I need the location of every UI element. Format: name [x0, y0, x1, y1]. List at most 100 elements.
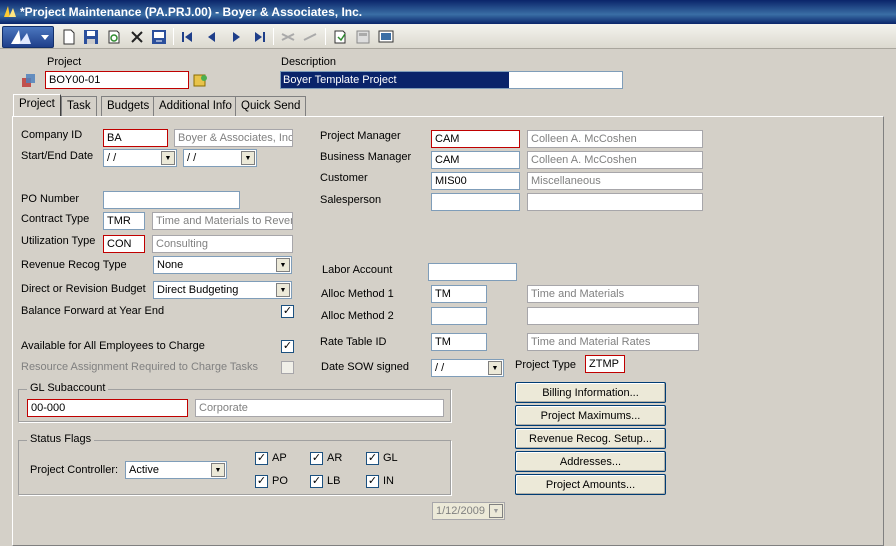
utilization-type-desc-field: Consulting [152, 235, 293, 253]
date-sow-signed-label: Date SOW signed [321, 361, 410, 373]
available-all-employees-checkbox[interactable]: ✓ [281, 340, 294, 353]
flag-ap-checkbox[interactable]: ✓ [255, 452, 268, 465]
tab-project[interactable]: Project [13, 94, 61, 117]
start-date-field[interactable]: / / ▼ [103, 149, 177, 167]
tab-quick-send[interactable]: Quick Send [235, 96, 307, 116]
first-record-icon[interactable] [178, 28, 196, 45]
project-manager-label: Project Manager [320, 130, 401, 142]
customer-field[interactable]: MIS00 [431, 172, 520, 190]
project-icon [20, 72, 36, 88]
project-controller-select[interactable]: Active ▼ [125, 461, 227, 479]
flag-po-checkbox[interactable]: ✓ [255, 475, 268, 488]
business-manager-name-field: Colleen A. McCoshen [527, 151, 703, 169]
balance-forward-label: Balance Forward at Year End [21, 305, 165, 317]
direct-revision-budget-select[interactable]: Direct Budgeting ▼ [153, 281, 292, 299]
resource-assignment-checkbox[interactable] [281, 361, 294, 374]
po-number-label: PO Number [21, 193, 80, 205]
rate-table-id-field[interactable]: TM [431, 333, 487, 351]
refresh-icon[interactable] [105, 28, 123, 45]
labor-account-field[interactable] [428, 263, 517, 281]
dropdown-arrow-icon[interactable]: ▼ [489, 504, 503, 518]
project-manager-field[interactable]: CAM [431, 130, 520, 148]
revenue-recog-type-select[interactable]: None ▼ [153, 256, 292, 274]
end-date-value: / / [187, 152, 197, 164]
save-icon[interactable] [82, 28, 100, 45]
dropdown-arrow-icon[interactable]: ▼ [211, 463, 225, 477]
flag-gl-label: GL [383, 452, 398, 464]
footer-date-field[interactable]: 1/12/2009 ▼ [432, 502, 505, 520]
flag-ar-checkbox[interactable]: ✓ [310, 452, 323, 465]
dropdown-arrow-icon[interactable]: ▼ [488, 361, 502, 375]
cut-icon[interactable] [279, 28, 297, 45]
window-title: *Project Maintenance (PA.PRJ.00) - Boyer… [20, 5, 363, 19]
addresses-button[interactable]: Addresses... [515, 451, 666, 472]
project-manager-name-field: Colleen A. McCoshen [527, 130, 703, 148]
company-id-field[interactable]: BA [103, 129, 168, 147]
new-icon[interactable] [60, 28, 78, 45]
title-bar: *Project Maintenance (PA.PRJ.00) - Boyer… [0, 0, 896, 24]
next-record-icon[interactable] [227, 28, 245, 45]
project-amounts-button[interactable]: Project Amounts... [515, 474, 666, 495]
app-logo-icon [11, 30, 49, 44]
flag-gl-checkbox[interactable]: ✓ [366, 452, 379, 465]
solomon-app-icon [4, 6, 16, 17]
business-manager-label: Business Manager [320, 151, 412, 163]
company-id-label: Company ID [21, 129, 83, 141]
business-manager-field[interactable]: CAM [431, 151, 520, 169]
previous-record-icon[interactable] [203, 28, 221, 45]
direct-revision-budget-label: Direct or Revision Budget [21, 283, 146, 295]
delete-icon[interactable] [128, 28, 146, 45]
date-sow-signed-field[interactable]: / / ▼ [431, 359, 504, 377]
project-field[interactable]: BOY00-01 [45, 71, 189, 89]
utilization-type-field[interactable]: CON [103, 235, 145, 253]
end-date-field[interactable]: / / ▼ [183, 149, 257, 167]
flag-in-checkbox[interactable]: ✓ [366, 475, 379, 488]
customer-name-field: Miscellaneous [527, 172, 703, 190]
project-controller-label: Project Controller: [30, 464, 119, 476]
labor-account-label: Labor Account [322, 264, 393, 276]
project-controller-value: Active [129, 464, 159, 476]
revenue-recog-setup-button[interactable]: Revenue Recog. Setup... [515, 428, 666, 449]
date-sow-value: / / [435, 362, 445, 374]
tab-budgets[interactable]: Budgets [101, 96, 156, 116]
project-type-field[interactable]: ZTMP [585, 355, 625, 373]
balance-forward-checkbox[interactable]: ✓ [281, 305, 294, 318]
description-field[interactable]: Boyer Template Project [280, 71, 623, 89]
tab-task[interactable]: Task [61, 96, 97, 116]
lookup-icon[interactable] [193, 72, 209, 88]
company-name-field: Boyer & Associates, Inc [174, 129, 293, 147]
copy-icon[interactable] [301, 28, 319, 45]
salesperson-field[interactable] [431, 193, 520, 211]
description-label: Description [281, 56, 337, 68]
rate-table-id-label: Rate Table ID [320, 336, 387, 348]
flag-lb-checkbox[interactable]: ✓ [310, 475, 323, 488]
dropdown-arrow-icon[interactable]: ▼ [276, 258, 290, 272]
flag-ap-label: AP [272, 452, 287, 464]
dropdown-arrow-icon[interactable]: ▼ [276, 283, 290, 297]
note-icon[interactable] [354, 28, 372, 45]
alloc-method-1-desc-field: Time and Materials [527, 285, 699, 303]
tab-additional-info[interactable]: Additional Info [153, 96, 238, 116]
flag-lb-label: LB [327, 475, 341, 487]
flag-ar-label: AR [327, 452, 343, 464]
paste-icon[interactable] [331, 28, 349, 45]
direct-revision-budget-value: Direct Budgeting [157, 284, 239, 296]
contract-type-field[interactable]: TMR [103, 212, 145, 230]
project-label: Project [47, 56, 82, 68]
billing-information-button[interactable]: Billing Information... [515, 382, 666, 403]
dropdown-arrow-icon[interactable]: ▼ [161, 151, 175, 165]
utilization-type-label: Utilization Type [21, 235, 96, 247]
description-selected-text: Boyer Template Project [281, 72, 509, 88]
po-number-field[interactable] [103, 191, 240, 209]
project-maximums-button[interactable]: Project Maximums... [515, 405, 666, 426]
finish-icon[interactable] [150, 28, 168, 45]
app-menu-button[interactable] [2, 26, 54, 48]
rate-table-desc-field: Time and Material Rates [527, 333, 699, 351]
alloc-method-1-field[interactable]: TM [431, 285, 487, 303]
last-record-icon[interactable] [251, 28, 269, 45]
start-date-value: / / [107, 152, 117, 164]
dropdown-arrow-icon[interactable]: ▼ [241, 151, 255, 165]
alloc-method-2-field[interactable] [431, 307, 487, 325]
gl-subaccount-field[interactable]: 00-000 [27, 399, 188, 417]
screen-icon[interactable] [377, 28, 395, 45]
